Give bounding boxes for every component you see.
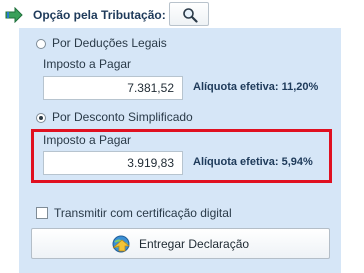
radio-simplified-discount[interactable] (36, 113, 46, 123)
highlight-box (31, 129, 332, 183)
globe-upload-icon (111, 234, 131, 254)
submit-declaration-label: Entregar Declaração (139, 237, 250, 251)
radio-legal-deductions[interactable] (36, 39, 46, 49)
tax-option-title: Opção pela Tributação: (33, 8, 166, 22)
radio-simplified-discount-label[interactable]: Por Desconto Simplificado (52, 110, 193, 124)
search-button[interactable] (169, 2, 209, 26)
legal-effective-rate: Alíquota efetiva: 11,20% (193, 81, 319, 93)
tax-option-header: Opção pela Tributação: (0, 0, 364, 30)
submit-declaration-button[interactable]: Entregar Declaração (31, 228, 330, 259)
green-arrow-icon (5, 6, 23, 24)
legal-tax-due-label: Imposto a Pagar (43, 57, 132, 71)
magnifier-icon (183, 8, 198, 23)
digital-certificate-label[interactable]: Transmitir com certificação digital (54, 206, 232, 220)
legal-tax-due-field[interactable]: 7.381,52 (43, 76, 183, 100)
digital-certificate-checkbox[interactable] (36, 207, 48, 219)
radio-legal-deductions-label[interactable]: Por Deduções Legais (52, 36, 167, 50)
